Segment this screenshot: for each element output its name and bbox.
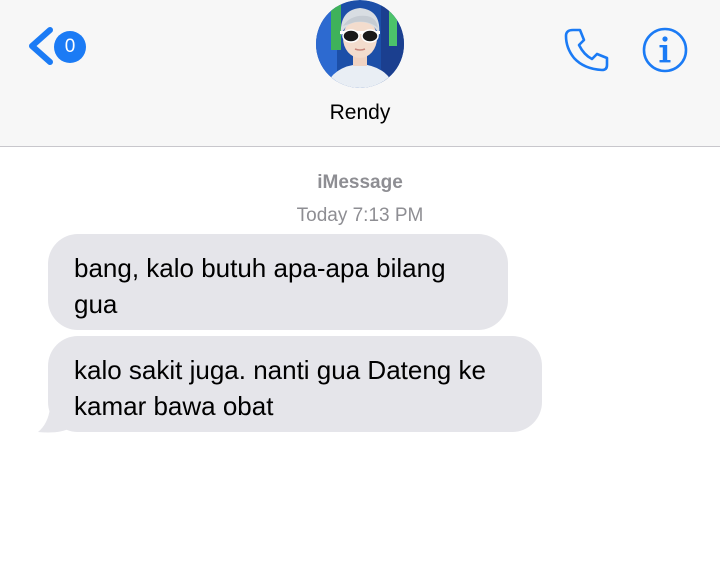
call-button[interactable] — [560, 24, 612, 76]
info-button[interactable] — [641, 26, 689, 74]
message-text-line: gua — [74, 289, 118, 319]
message-bubble-incoming[interactable]: kalo sakit juga. nanti gua Dateng ke kam… — [48, 336, 542, 432]
contact-name[interactable]: Rendy — [260, 101, 460, 125]
avatar-photo — [316, 0, 404, 88]
phone-icon — [564, 28, 609, 72]
service-label: iMessage — [317, 172, 403, 193]
message-text-line: bang, kalo butuh apa-apa bilang — [74, 253, 446, 283]
back-button[interactable]: 0 — [26, 24, 96, 70]
message-text-line: kalo sakit juga. nanti gua Dateng ke — [74, 355, 486, 385]
chevron-left-icon — [29, 27, 53, 65]
avatar[interactable] — [315, 0, 405, 88]
message-timestamp: Today 7:13 PM — [296, 205, 424, 226]
message-bubble-incoming[interactable]: bang, kalo butuh apa-apa bilang gua — [48, 234, 508, 330]
messages-screen: 0 Rendy iMessage Today 7:13 PM bang, kal… — [0, 0, 720, 576]
unread-count-badge: 0 — [54, 31, 86, 63]
info-icon — [642, 27, 688, 73]
conversation-header: 0 Rendy — [0, 0, 720, 147]
message-text-line: kamar bawa obat — [74, 391, 274, 421]
